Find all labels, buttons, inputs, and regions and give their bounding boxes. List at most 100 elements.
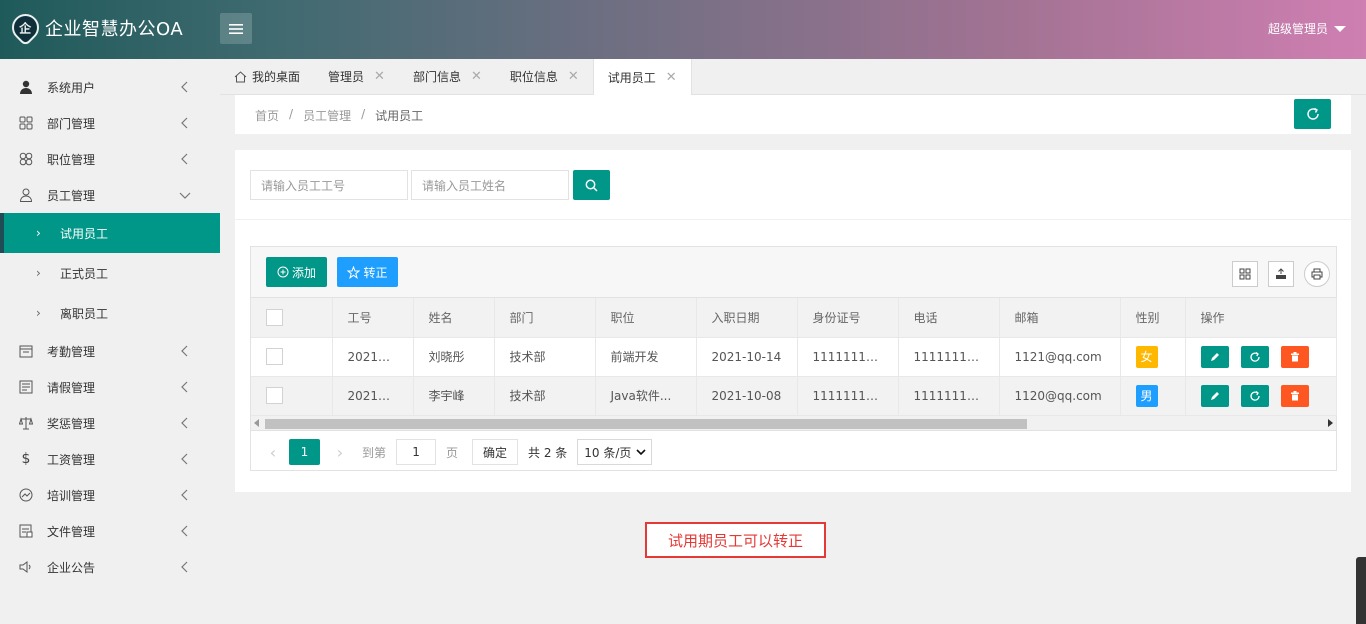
prev-page-icon[interactable]: ‹ xyxy=(263,443,283,462)
next-page-icon[interactable]: › xyxy=(330,443,350,462)
goto-page-input[interactable]: 1 xyxy=(396,439,437,465)
column-header[interactable]: 部门 xyxy=(494,298,596,338)
sidebar-item-label: 培训管理 xyxy=(47,488,96,503)
table-tools xyxy=(1222,261,1330,287)
column-header[interactable]: 邮箱 xyxy=(999,298,1121,338)
sidebar-item-leave[interactable]: 请假管理 xyxy=(0,369,220,405)
sidebar-toggle-button[interactable] xyxy=(220,13,252,44)
chevron-right-icon: › xyxy=(36,306,41,320)
sidebar-item-departments[interactable]: 部门管理 xyxy=(0,105,220,141)
column-header[interactable]: 职位 xyxy=(595,298,697,338)
column-header[interactable]: 入职日期 xyxy=(696,298,798,338)
page-current[interactable]: 1 xyxy=(289,439,320,465)
star-icon xyxy=(347,265,361,279)
column-header[interactable]: 姓名 xyxy=(413,298,495,338)
tab-departments[interactable]: 部门信息 ✕ xyxy=(399,59,496,94)
goto-confirm-button[interactable]: 确定 xyxy=(472,439,519,465)
convert-button[interactable]: 转正 xyxy=(337,257,398,287)
chevron-left-icon xyxy=(181,525,188,537)
sidebar-item-positions[interactable]: 职位管理 xyxy=(0,141,220,177)
employee-name-search-input[interactable]: 请输入员工姓名 xyxy=(411,170,569,200)
breadcrumb-bar: 首页 / 员工管理 / 试用员工 xyxy=(235,95,1351,134)
cell-position: 前端开发 xyxy=(595,337,697,377)
tab-label: 部门信息 xyxy=(412,70,461,84)
page-size-select[interactable]: 10 条/页 xyxy=(577,439,653,465)
scroll-left-arrow-icon[interactable] xyxy=(254,419,259,427)
user-name: 超级管理员 xyxy=(1267,22,1328,36)
cell-idcard: 1111111111... xyxy=(797,337,899,377)
table-row: 2021009 刘晓彤 技术部 前端开发 2021-10-14 11111111… xyxy=(251,337,1337,377)
chevron-left-icon xyxy=(181,381,188,393)
cell-dept: 技术部 xyxy=(494,337,596,377)
sidebar-item-label: 奖惩管理 xyxy=(47,416,96,431)
column-header[interactable]: 电话 xyxy=(898,298,1000,338)
edit-button[interactable] xyxy=(1200,384,1229,407)
sidebar-item-label: 职位管理 xyxy=(47,152,96,167)
tab-bar: 我的桌面 管理员 ✕ 部门信息 ✕ 职位信息 ✕ 试用员工 ✕ xyxy=(220,59,1366,95)
tab-admin[interactable]: 管理员 ✕ xyxy=(314,59,399,94)
sidebar-item-announcements[interactable]: 企业公告 xyxy=(0,549,220,585)
close-icon[interactable]: ✕ xyxy=(666,70,677,85)
user-menu[interactable]: 超级管理员 xyxy=(1268,20,1346,37)
convert-row-button[interactable] xyxy=(1240,345,1269,368)
columns-filter-button[interactable] xyxy=(1232,261,1258,287)
sidebar-item-rewards[interactable]: 奖惩管理 xyxy=(0,405,220,441)
calendar-icon xyxy=(18,343,34,359)
sidebar-item-files[interactable]: 文件管理 xyxy=(0,513,220,549)
chevron-left-icon xyxy=(181,345,188,357)
chevron-left-icon xyxy=(181,153,188,165)
breadcrumb-home[interactable]: 首页 xyxy=(255,107,279,124)
column-header[interactable]: 身份证号 xyxy=(797,298,899,338)
select-all-checkbox[interactable] xyxy=(266,308,283,326)
sidebar-item-salary[interactable]: $ 工资管理 xyxy=(0,441,220,477)
table-row: 2021008 李宇峰 技术部 Java软件... 2021-10-08 111… xyxy=(251,376,1337,416)
cell-date: 2021-10-08 xyxy=(696,376,798,416)
plus-circle-icon xyxy=(277,266,289,278)
edit-button[interactable] xyxy=(1200,345,1229,368)
tab-desktop[interactable]: 我的桌面 xyxy=(220,59,314,94)
search-button[interactable] xyxy=(573,170,610,200)
sidebar-item-attendance[interactable]: 考勤管理 xyxy=(0,333,220,369)
main-card: 请输入员工工号 请输入员工姓名 添加 转正 工号 姓名 部门 职位 入职日期 身… xyxy=(235,150,1351,492)
sidebar-item-employees[interactable]: 员工管理 xyxy=(0,177,220,213)
total-count: 共 2 条 xyxy=(528,445,568,460)
horizontal-scrollbar[interactable] xyxy=(251,415,1336,431)
chevron-left-icon xyxy=(181,453,188,465)
close-icon[interactable]: ✕ xyxy=(568,69,579,84)
close-icon[interactable]: ✕ xyxy=(471,69,482,84)
delete-button[interactable] xyxy=(1280,384,1309,407)
top-header: 企 企业智慧办公OA 超级管理员 xyxy=(0,0,1366,59)
sidebar-subitem-resigned[interactable]: › 离职员工 xyxy=(0,293,220,333)
employee-id-search-input[interactable]: 请输入员工工号 xyxy=(250,170,408,200)
tab-positions[interactable]: 职位信息 ✕ xyxy=(496,59,593,94)
row-checkbox[interactable] xyxy=(266,387,283,404)
add-button-label: 添加 xyxy=(291,265,316,280)
file-icon xyxy=(18,523,34,539)
convert-row-button[interactable] xyxy=(1240,384,1269,407)
export-button[interactable] xyxy=(1268,261,1294,287)
sidebar-item-training[interactable]: 培训管理 xyxy=(0,477,220,513)
print-button[interactable] xyxy=(1304,261,1330,287)
sidebar-subitem-probation[interactable]: › 试用员工 xyxy=(0,213,220,253)
refresh-button[interactable] xyxy=(1294,99,1331,129)
close-icon[interactable]: ✕ xyxy=(374,69,385,84)
scrollbar-thumb[interactable] xyxy=(265,419,1027,429)
tab-probation[interactable]: 试用员工 ✕ xyxy=(592,59,692,95)
delete-button[interactable] xyxy=(1280,345,1309,368)
cell-date: 2021-10-14 xyxy=(696,337,798,377)
row-checkbox[interactable] xyxy=(266,348,283,365)
column-header[interactable]: 工号 xyxy=(332,298,414,338)
sidebar-item-system-users[interactable]: 系统用户 xyxy=(0,69,220,105)
column-header[interactable]: 性别 xyxy=(1120,298,1186,338)
scale-icon xyxy=(18,415,34,431)
grid-icon xyxy=(18,115,34,131)
cell-idcard: 1111111111... xyxy=(797,376,899,416)
add-button[interactable]: 添加 xyxy=(266,257,327,287)
refresh-icon xyxy=(1249,351,1260,362)
app-logo[interactable]: 企 企业智慧办公OA xyxy=(6,8,183,47)
chevron-left-icon xyxy=(181,81,188,93)
breadcrumb-employee-mgmt[interactable]: 员工管理 xyxy=(303,107,351,124)
sidebar-subitem-regular[interactable]: › 正式员工 xyxy=(0,253,220,293)
cell-actions xyxy=(1185,376,1337,416)
scroll-right-arrow-icon[interactable] xyxy=(1328,419,1333,427)
